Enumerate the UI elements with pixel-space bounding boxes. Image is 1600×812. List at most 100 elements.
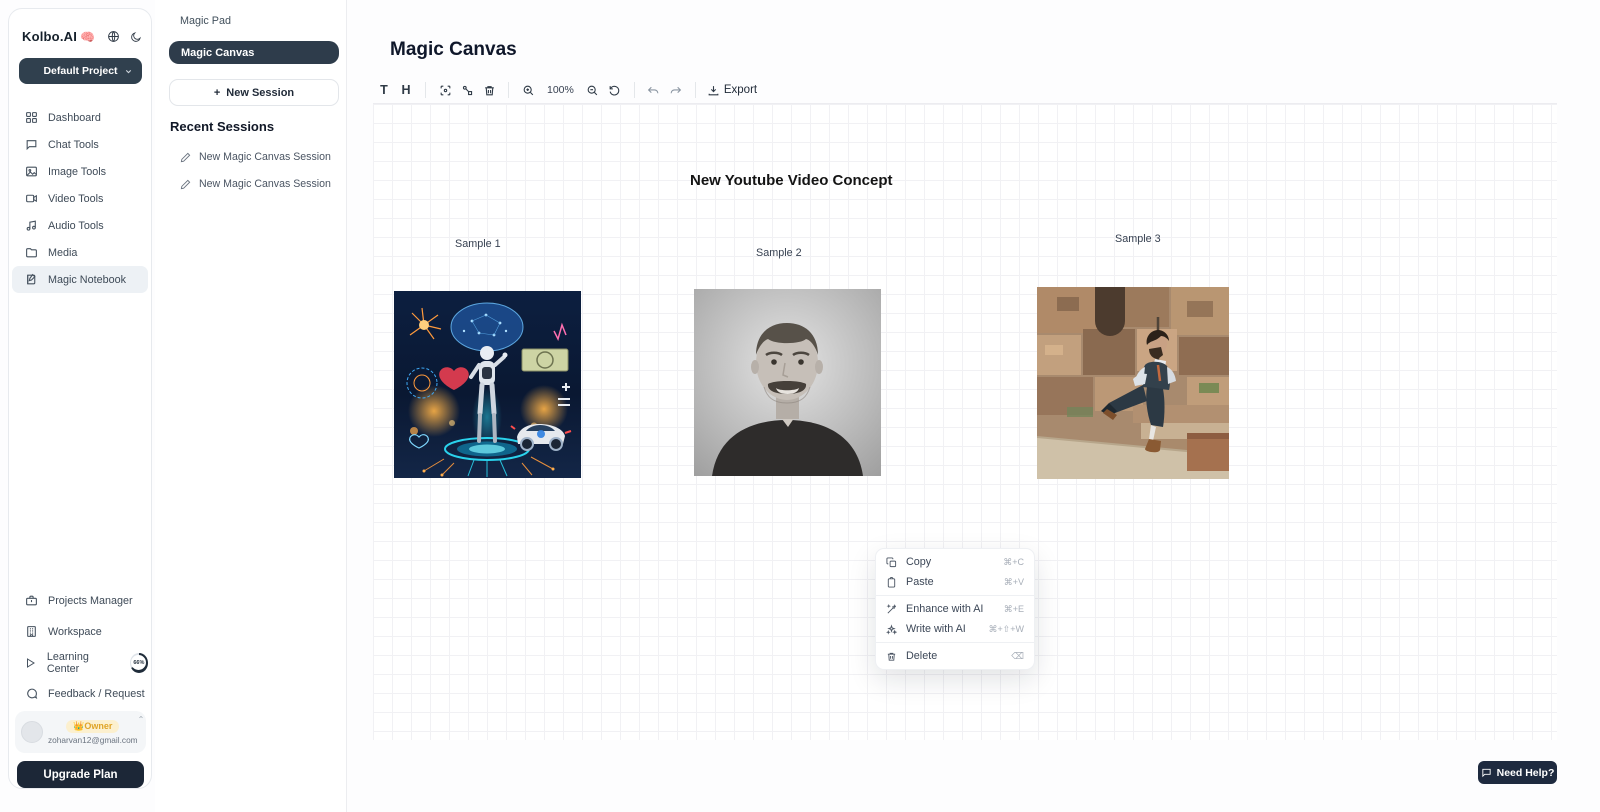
- connector-icon: [461, 84, 474, 97]
- upgrade-plan-button[interactable]: Upgrade Plan: [17, 761, 144, 788]
- toolbar-divider: [508, 82, 509, 98]
- audio-icon: [24, 219, 38, 232]
- canvas-image-ruins[interactable]: [1037, 287, 1229, 479]
- sidebar-item-feedback[interactable]: Feedback / Request: [12, 678, 148, 709]
- sidebar-item-projects-manager[interactable]: Projects Manager: [12, 585, 148, 616]
- sample-2-label[interactable]: Sample 2: [756, 247, 802, 259]
- briefcase-icon: [24, 594, 38, 607]
- brain-logo-icon: 🧠: [80, 30, 95, 44]
- brand-row: Kolbo.AI 🧠: [22, 29, 143, 44]
- context-menu-item-enhance-ai[interactable]: Enhance with AI ⌘+E: [876, 599, 1034, 619]
- zoom-level: 100%: [539, 84, 582, 96]
- delete-tool-button[interactable]: [478, 79, 500, 101]
- user-card[interactable]: 👑Owner zoharvan12@gmail.com ⌃: [15, 711, 146, 753]
- new-session-button[interactable]: + New Session: [169, 79, 339, 106]
- sidebar-item-magic-notebook[interactable]: Magic Notebook: [12, 266, 148, 293]
- owner-badge: 👑Owner: [66, 720, 119, 733]
- context-menu: Copy ⌘+C Paste ⌘+V Enhance with AI ⌘+E W…: [875, 548, 1035, 670]
- toolbar-divider: [634, 82, 635, 98]
- context-menu-divider: [876, 595, 1034, 596]
- notebook-icon: [24, 273, 38, 286]
- sidebar-item-label: Workspace: [48, 626, 102, 638]
- sample-1-label[interactable]: Sample 1: [455, 238, 501, 250]
- canvas-heading[interactable]: New Youtube Video Concept: [690, 172, 893, 189]
- connector-tool-button[interactable]: [456, 79, 478, 101]
- magic-canvas-surface[interactable]: New Youtube Video Concept Sample 1 Sampl…: [373, 104, 1557, 740]
- magic-pad-link[interactable]: Magic Pad: [180, 15, 231, 27]
- session-item-label: New Magic Canvas Session: [199, 178, 331, 190]
- sidebar-item-label: Audio Tools: [48, 220, 104, 232]
- page-title: Magic Canvas: [390, 39, 517, 61]
- zoom-out-button[interactable]: [582, 79, 604, 101]
- project-selector[interactable]: Default Project: [19, 58, 142, 84]
- ai-select-button[interactable]: [434, 79, 456, 101]
- context-menu-item-copy[interactable]: Copy ⌘+C: [876, 552, 1034, 572]
- context-menu-item-write-ai[interactable]: Write with AI ⌘+⇧+W: [876, 619, 1034, 639]
- moon-icon[interactable]: [130, 31, 142, 43]
- pencil-icon: [180, 152, 191, 163]
- chevron-up-icon: ⌃: [138, 715, 145, 724]
- need-help-button[interactable]: Need Help?: [1478, 761, 1557, 784]
- sample-3-label[interactable]: Sample 3: [1115, 233, 1161, 245]
- export-button[interactable]: Export: [704, 79, 760, 101]
- user-meta: 👑Owner zoharvan12@gmail.com: [48, 720, 138, 745]
- new-session-label: New Session: [226, 87, 294, 99]
- sidebar-item-label: Dashboard: [48, 112, 101, 124]
- paste-icon: [886, 577, 898, 588]
- heading-tool-button[interactable]: H: [395, 79, 417, 101]
- download-icon: [707, 84, 720, 97]
- trash-icon: [886, 651, 898, 662]
- sidebar-item-video-tools[interactable]: Video Tools: [12, 185, 148, 212]
- canvas-image-portrait[interactable]: [694, 289, 881, 476]
- zoom-in-icon: [522, 84, 535, 97]
- sidebar-item-label: Chat Tools: [48, 139, 99, 151]
- sidebar-item-media[interactable]: Media: [12, 239, 148, 266]
- copy-icon: [886, 557, 898, 568]
- user-email: zoharvan12@gmail.com: [48, 735, 138, 745]
- sidebar-footer-nav: Projects Manager Workspace Learning Cent…: [12, 585, 148, 709]
- dashboard-icon: [24, 111, 38, 124]
- help-chat-icon: [1481, 767, 1492, 778]
- session-list-item[interactable]: New Magic Canvas Session: [180, 151, 331, 163]
- session-item-label: New Magic Canvas Session: [199, 151, 331, 163]
- canvas-image-ai-collage[interactable]: [394, 291, 581, 478]
- rotate-icon: [608, 84, 621, 97]
- undo-icon: [647, 84, 660, 97]
- context-menu-item-paste[interactable]: Paste ⌘+V: [876, 572, 1034, 592]
- reset-view-button[interactable]: [604, 79, 626, 101]
- ai-select-icon: [439, 84, 452, 97]
- app: Kolbo.AI 🧠 Default Project Dashboard Cha…: [0, 0, 1600, 812]
- avatar: [21, 721, 43, 743]
- sidebar-item-label: Video Tools: [48, 193, 103, 205]
- text-tool-button[interactable]: T: [373, 79, 395, 101]
- sidebar-item-dashboard[interactable]: Dashboard: [12, 104, 148, 131]
- sidebar-item-label: Media: [48, 247, 77, 259]
- sidebar-item-image-tools[interactable]: Image Tools: [12, 158, 148, 185]
- toolbar-divider: [695, 82, 696, 98]
- play-icon: [24, 657, 37, 669]
- globe-icon[interactable]: [107, 30, 120, 43]
- video-icon: [24, 192, 38, 205]
- sidebar-item-workspace[interactable]: Workspace: [12, 616, 148, 647]
- sidebar-item-audio-tools[interactable]: Audio Tools: [12, 212, 148, 239]
- media-icon: [24, 246, 38, 259]
- session-list-item[interactable]: New Magic Canvas Session: [180, 178, 331, 190]
- feedback-icon: [24, 687, 38, 700]
- zoom-out-icon: [586, 84, 599, 97]
- undo-button[interactable]: [643, 79, 665, 101]
- brand-logo: Kolbo.AI: [22, 29, 77, 44]
- magic-canvas-tab[interactable]: Magic Canvas: [169, 41, 339, 64]
- image-icon: [24, 165, 38, 178]
- trash-icon: [483, 84, 496, 97]
- chevron-down-icon: [124, 67, 133, 76]
- context-menu-divider: [876, 642, 1034, 643]
- sidebar-item-learning-center[interactable]: Learning Center 66%: [12, 647, 148, 678]
- redo-icon: [669, 84, 682, 97]
- redo-button[interactable]: [665, 79, 687, 101]
- zoom-in-button[interactable]: [517, 79, 539, 101]
- sidebar-item-chat-tools[interactable]: Chat Tools: [12, 131, 148, 158]
- session-panel: Magic Pad Magic Canvas + New Session Rec…: [155, 0, 347, 812]
- sidebar-item-label: Projects Manager: [48, 595, 133, 607]
- pencil-icon: [180, 179, 191, 190]
- context-menu-item-delete[interactable]: Delete ⌫: [876, 646, 1034, 666]
